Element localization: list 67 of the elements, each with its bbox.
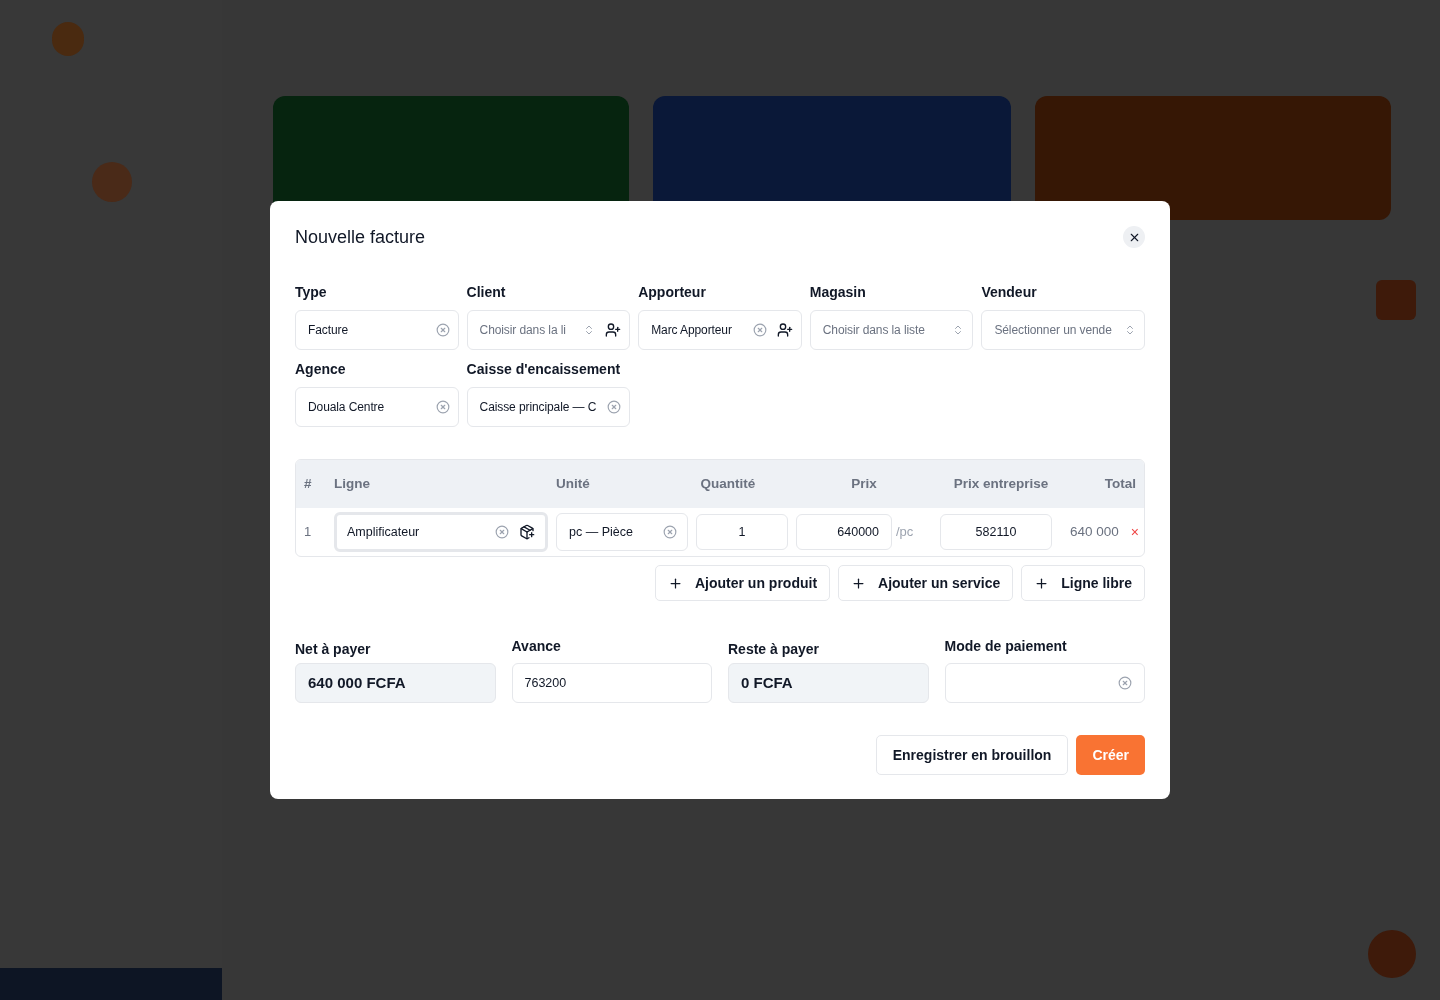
clear-icon[interactable] [495, 525, 509, 539]
clear-icon[interactable] [435, 400, 450, 414]
plus-icon [667, 575, 683, 591]
field-label: Avance [511, 637, 562, 655]
row-total: 640 000 [1070, 522, 1119, 541]
amount-display: 640 000 FCFA [295, 663, 496, 703]
select-field[interactable]: Sélectionner un vende [981, 310, 1145, 350]
column-header: # [304, 474, 313, 493]
price-unit: /pc [896, 523, 914, 542]
select-field[interactable]: Caisse principale — C [466, 387, 631, 427]
select-field[interactable]: Douala Centre [295, 387, 459, 427]
field-value: pc — Pièce [569, 523, 634, 541]
advance-field[interactable]: 763200 [511, 663, 712, 703]
product-field[interactable]: Amplificateur [334, 512, 548, 552]
company-price-field[interactable]: 582110 [940, 514, 1052, 550]
select-field[interactable]: Marc Apporteur [638, 310, 802, 350]
clear-icon[interactable] [663, 525, 677, 539]
field-label: Net à payer [295, 640, 372, 658]
price-field[interactable]: 640000 [796, 514, 892, 550]
field-label: Agence [295, 360, 347, 378]
add-line-button[interactable]: Ligne libre [1021, 565, 1145, 601]
add-person-icon[interactable] [605, 322, 622, 338]
field-placeholder: Sélectionner un vende [994, 322, 1113, 339]
field-value: Douala Centre [308, 399, 386, 416]
column-header: Ligne [334, 474, 371, 493]
remove-button[interactable]: × [1130, 525, 1139, 539]
select-field[interactable]: Choisir dans la liste [809, 310, 974, 350]
row-number: 1 [304, 523, 313, 542]
select-field[interactable]: Facture [295, 310, 459, 350]
plus-icon [1034, 575, 1050, 591]
close-button[interactable] [1123, 226, 1145, 248]
clear-icon[interactable] [752, 323, 767, 337]
column-header: Prix [850, 474, 878, 493]
select-field[interactable]: Choisir dans la li [466, 310, 631, 350]
field-placeholder: Choisir dans la liste [822, 322, 926, 339]
clear-icon[interactable] [607, 400, 622, 414]
chevron-icon [1124, 324, 1136, 336]
select-field[interactable] [944, 663, 1145, 703]
field-placeholder: Choisir dans la li [479, 322, 567, 339]
field-label: Reste à payer [728, 640, 821, 658]
field-label: Magasin [809, 283, 867, 301]
column-header: Quantité [699, 474, 757, 493]
column-header: Unité [556, 474, 591, 493]
column-header: Total [1103, 474, 1136, 493]
field-label: Apporteur [638, 283, 707, 301]
field-value: Caisse principale — C [479, 399, 598, 416]
dialog-title: Nouvelle facture [295, 225, 426, 249]
field-value: Amplificateur [347, 523, 421, 541]
add-package-icon[interactable] [519, 524, 535, 540]
field-label: Client [466, 283, 507, 301]
add-person-icon[interactable] [776, 322, 793, 338]
quantity-field[interactable]: 1 [696, 514, 788, 550]
column-header: Prix entreprise [952, 474, 1050, 493]
field-label: Caisse d'encaissement [466, 360, 622, 378]
add-line-button[interactable]: Ajouter un produit [654, 565, 831, 601]
add-line-button[interactable]: Ajouter un service [838, 565, 1014, 601]
field-value: Facture [308, 322, 349, 339]
field-label: Type [295, 283, 328, 301]
field-label: Mode de paiement [944, 637, 1068, 655]
draft-button[interactable]: Enregistrer en brouillon [875, 735, 1069, 775]
amount-display: 0 FCFA [728, 663, 929, 703]
plus-icon [851, 575, 867, 591]
field-value: Marc Apporteur [651, 322, 733, 339]
clear-icon[interactable] [435, 323, 450, 337]
unit-field[interactable]: pc — Pièce [556, 513, 688, 551]
field-label: Vendeur [981, 283, 1038, 301]
clear-icon[interactable] [1118, 676, 1132, 690]
